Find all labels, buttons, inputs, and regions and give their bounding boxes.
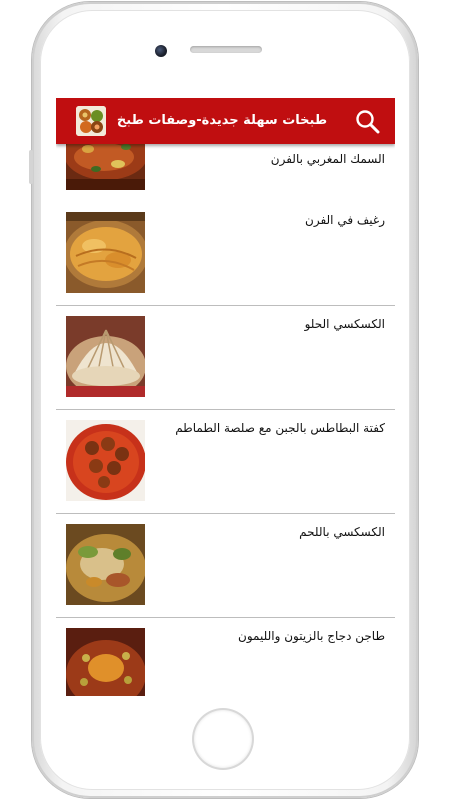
recipe-row[interactable]: الكسكسي الحلو [56, 306, 395, 410]
app-title: طبخات سهلة جديدة-وصفات طبخ [116, 113, 328, 128]
meat-couscous-photo [66, 524, 145, 605]
search-button[interactable] [354, 108, 382, 136]
recipe-list[interactable]: السمك المغربي بالفرن رغيف في الفرن الكسك… [56, 144, 395, 696]
chicken-tagine-photo [66, 628, 145, 696]
potato-kofta-photo [66, 420, 145, 501]
recipe-title: كفتة البطاطس بالجبن مع صلصة الطماطم [175, 421, 385, 435]
app-screen: طبخات سهلة جديدة-وصفات طبخ السمك المغربي… [56, 98, 395, 696]
phone-side-button [29, 150, 33, 184]
recipe-title: الكسكسي باللحم [299, 525, 385, 539]
baked-flatbread-photo [66, 212, 145, 293]
sweet-couscous-photo [66, 316, 145, 397]
recipe-row[interactable]: رغيف في الفرن [56, 202, 395, 306]
recipe-row[interactable]: الكسكسي باللحم [56, 514, 395, 618]
recipe-title: طاجن دجاج بالزيتون والليمون [238, 629, 385, 643]
recipe-row[interactable]: طاجن دجاج بالزيتون والليمون [56, 618, 395, 696]
home-button[interactable] [194, 710, 252, 768]
recipe-title: السمك المغربي بالفرن [270, 152, 385, 166]
search-icon [356, 110, 380, 134]
front-camera [155, 45, 167, 57]
food-plate-icon [76, 106, 106, 136]
app-bar: طبخات سهلة جديدة-وصفات طبخ [56, 98, 395, 144]
earpiece-speaker [190, 46, 262, 53]
fish-dish-photo [66, 144, 145, 190]
recipe-title: الكسكسي الحلو [304, 317, 385, 331]
recipe-row[interactable]: كفتة البطاطس بالجبن مع صلصة الطماطم [56, 410, 395, 514]
recipe-title: رغيف في الفرن [305, 213, 385, 227]
recipe-row[interactable]: السمك المغربي بالفرن [56, 144, 395, 203]
